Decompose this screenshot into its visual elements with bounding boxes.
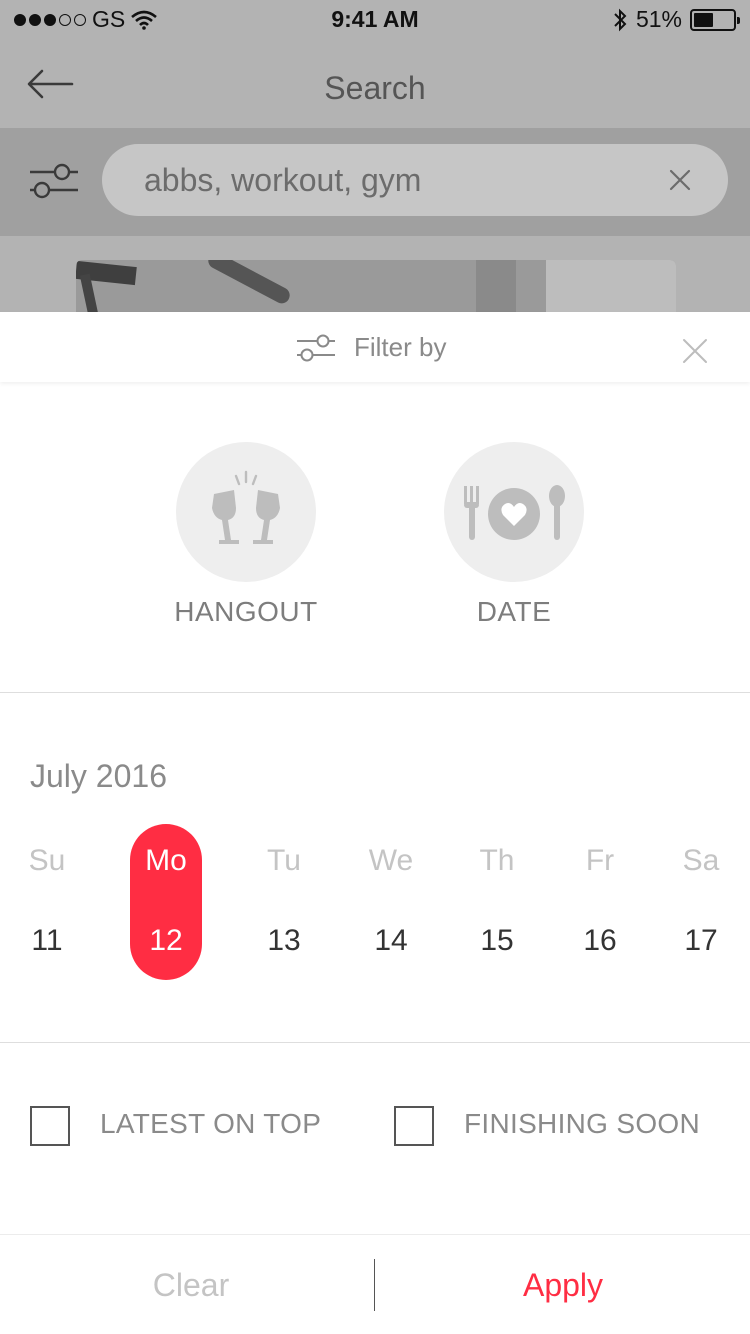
day-number: 15	[480, 924, 514, 957]
page-title: Search	[324, 70, 426, 106]
footer-divider	[374, 1259, 375, 1311]
nav-bar: Search	[0, 40, 750, 128]
day-name: Sa	[682, 844, 720, 877]
finishing-soon-label: FINISHING SOON	[464, 1108, 700, 1139]
latest-on-top-checkbox[interactable]	[30, 1106, 70, 1146]
divider	[0, 692, 750, 693]
dinner-plate-heart-icon	[464, 485, 565, 540]
day-name: Th	[479, 844, 515, 877]
close-icon[interactable]	[668, 168, 692, 192]
day-number: 12	[149, 924, 183, 957]
day-number: 14	[374, 924, 408, 957]
close-icon[interactable]	[682, 338, 708, 364]
filter-title: Filter by	[354, 332, 447, 362]
latest-on-top-label: LATEST ON TOP	[100, 1108, 322, 1139]
background-screen: GS 9:41 AM 51% Search abbs, workout, gym	[0, 0, 750, 312]
status-right: 51%	[612, 6, 740, 33]
day-monday[interactable]: Mo 12	[130, 824, 202, 980]
category-hangout[interactable]: HANGOUT	[166, 442, 326, 628]
day-name: Su	[28, 844, 66, 877]
day-thursday[interactable]: Th 15	[461, 824, 533, 980]
day-name: Fr	[585, 844, 615, 877]
sliders-icon	[297, 334, 335, 362]
divider	[0, 1042, 750, 1043]
day-name: Tu	[267, 844, 301, 877]
category-hangout-label: HANGOUT	[174, 596, 318, 627]
sliders-icon[interactable]	[28, 160, 80, 202]
battery-level	[694, 12, 714, 27]
day-number: 13	[267, 924, 301, 957]
apply-button[interactable]: Apply	[376, 1235, 750, 1334]
battery-icon	[690, 8, 740, 31]
status-bar: GS 9:41 AM 51%	[0, 0, 750, 40]
day-sunday[interactable]: Su 11	[11, 824, 83, 980]
filter-sheet-header: Filter by	[0, 312, 750, 382]
battery-percent: 51%	[635, 6, 682, 32]
day-number: 11	[31, 924, 63, 957]
clear-button[interactable]: Clear	[4, 1235, 378, 1334]
day-name: Mo	[145, 844, 187, 877]
bluetooth-icon	[614, 8, 627, 31]
day-saturday[interactable]: Sa 17	[665, 824, 737, 980]
search-input[interactable]: abbs, workout, gym	[102, 144, 728, 216]
category-date-label: DATE	[476, 596, 552, 627]
calendar-month: July 2016	[30, 758, 167, 794]
category-date-circle	[444, 442, 584, 582]
filter-footer: Clear Apply	[0, 1234, 750, 1334]
search-row: abbs, workout, gym	[0, 128, 750, 236]
search-query: abbs, workout, gym	[144, 162, 422, 198]
filter-sheet: Filter by HANGOUT DATE July 2016 Su 11 M…	[0, 312, 750, 1334]
finishing-soon-checkbox[interactable]	[394, 1106, 434, 1146]
category-date[interactable]: DATE	[434, 442, 594, 628]
day-name: We	[368, 844, 414, 877]
result-card-image	[76, 260, 676, 312]
day-tuesday[interactable]: Tu 13	[248, 824, 320, 980]
category-hangout-circle	[176, 442, 316, 582]
toast-glasses-icon	[212, 470, 280, 544]
day-friday[interactable]: Fr 16	[564, 824, 636, 980]
day-wednesday[interactable]: We 14	[355, 824, 427, 980]
day-number: 17	[684, 924, 718, 957]
day-number: 16	[583, 924, 617, 957]
